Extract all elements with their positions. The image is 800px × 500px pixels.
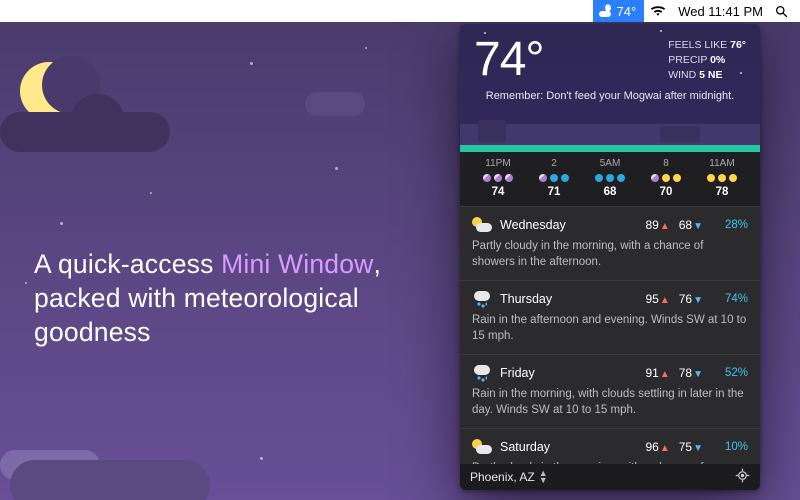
- hour-temp: 70: [638, 186, 694, 198]
- day-low: 78▼: [679, 366, 704, 380]
- current-stats: FEELS LIKE 76° PRECIP 0% WIND 5 NE: [668, 38, 746, 84]
- menu-bar-clock[interactable]: Wed 11:41 PM: [672, 4, 769, 19]
- grass-illustration: [460, 145, 760, 152]
- hour-temp: 68: [582, 186, 638, 198]
- spotlight-search-icon[interactable]: [769, 5, 794, 18]
- hourly-forecast-row[interactable]: 11PM25AM811AM 7471687078: [460, 152, 760, 207]
- day-name: Thursday: [500, 292, 637, 306]
- hour-label: 11PM: [470, 158, 526, 169]
- forecast-day[interactable]: Thursday 95▲ 76▼ 74% Rain in the afternoon a…: [460, 281, 760, 355]
- hour-condition-dots: [638, 172, 694, 183]
- feels-like-value: 76°: [730, 39, 746, 51]
- arrow-up-icon: ▲: [659, 443, 671, 454]
- forecast-day[interactable]: Friday 91▲ 78▼ 52% Rain in the morning, with…: [460, 355, 760, 429]
- cloud-icon: [0, 112, 170, 152]
- cloud-icon: [305, 92, 365, 116]
- day-high: 89▲: [645, 218, 670, 232]
- daily-forecast-list[interactable]: Wednesday 89▲ 68▼ 28% Partly cloudy in the m…: [460, 207, 760, 464]
- menu-bar-temp: 74°: [617, 4, 637, 19]
- day-precip: 74%: [718, 293, 748, 305]
- hour-condition-dots: [582, 172, 638, 183]
- cloud-icon: [10, 460, 210, 500]
- day-high: 91▲: [645, 366, 670, 380]
- day-precip: 28%: [718, 219, 748, 231]
- cloud-moon-icon: [599, 4, 613, 18]
- hour-label: 11AM: [694, 158, 750, 169]
- rain-icon: [472, 363, 492, 383]
- menu-bar: 74° Wed 11:41 PM: [0, 0, 800, 22]
- day-precip: 52%: [718, 367, 748, 379]
- mini-window: 74° FEELS LIKE 76° PRECIP 0% WIND 5 NE R…: [460, 24, 760, 490]
- promo-headline-accent: Mini Window: [221, 249, 373, 279]
- hour-label: 5AM: [582, 158, 638, 169]
- hour-condition-dots: [470, 172, 526, 183]
- day-description: Partly cloudy in the morning, with a cha…: [472, 239, 748, 270]
- day-low: 75▼: [679, 440, 704, 454]
- promo-headline: A quick-access Mini Window, packed with …: [34, 248, 420, 350]
- day-name: Friday: [500, 366, 637, 380]
- hour-condition-dots: [694, 172, 750, 183]
- tagline-text: Remember: Don't feed your Mogwai after m…: [460, 89, 760, 104]
- arrow-down-icon: ▼: [692, 221, 704, 232]
- day-low: 76▼: [679, 292, 704, 306]
- precip-value: 0%: [710, 54, 725, 66]
- rain-icon: [472, 289, 492, 309]
- mini-window-footer: Phoenix, AZ ▲▼: [460, 464, 760, 490]
- hour-temp: 74: [470, 186, 526, 198]
- day-description: Rain in the afternoon and evening. Winds…: [472, 313, 748, 344]
- partly-cloudy-icon: [472, 215, 492, 235]
- forecast-day[interactable]: Wednesday 89▲ 68▼ 28% Partly cloudy in the m…: [460, 207, 760, 281]
- arrow-down-icon: ▼: [692, 295, 704, 306]
- day-description: Rain in the morning, with clouds settlin…: [472, 387, 748, 418]
- location-picker[interactable]: Phoenix, AZ ▲▼: [470, 470, 548, 484]
- hour-label: 2: [526, 158, 582, 169]
- locate-me-button[interactable]: [735, 468, 750, 486]
- day-name: Wednesday: [500, 218, 637, 232]
- hour-condition-dots: [526, 172, 582, 183]
- arrow-up-icon: ▲: [659, 369, 671, 380]
- day-high: 96▲: [645, 440, 670, 454]
- location-label: Phoenix, AZ: [470, 470, 535, 484]
- arrow-up-icon: ▲: [659, 221, 671, 232]
- updown-icon: ▲▼: [539, 470, 548, 484]
- day-precip: 10%: [718, 441, 748, 453]
- current-conditions-panel[interactable]: 74° FEELS LIKE 76° PRECIP 0% WIND 5 NE R…: [460, 24, 760, 152]
- hour-temp: 78: [694, 186, 750, 198]
- hour-temp: 71: [526, 186, 582, 198]
- wind-value: 5 NE: [699, 69, 722, 81]
- forecast-day[interactable]: Saturday96▲75▼10%Partly cloudy in the mo…: [460, 429, 760, 464]
- day-name: Saturday: [500, 440, 637, 454]
- arrow-down-icon: ▼: [692, 443, 704, 454]
- wifi-status-icon[interactable]: [644, 5, 672, 17]
- menu-bar-weather-item[interactable]: 74°: [593, 0, 645, 22]
- day-low: 68▼: [679, 218, 704, 232]
- day-high: 95▲: [645, 292, 670, 306]
- hour-label: 8: [638, 158, 694, 169]
- partly-cloudy-icon: [472, 437, 492, 457]
- arrow-down-icon: ▼: [692, 369, 704, 380]
- arrow-up-icon: ▲: [659, 295, 671, 306]
